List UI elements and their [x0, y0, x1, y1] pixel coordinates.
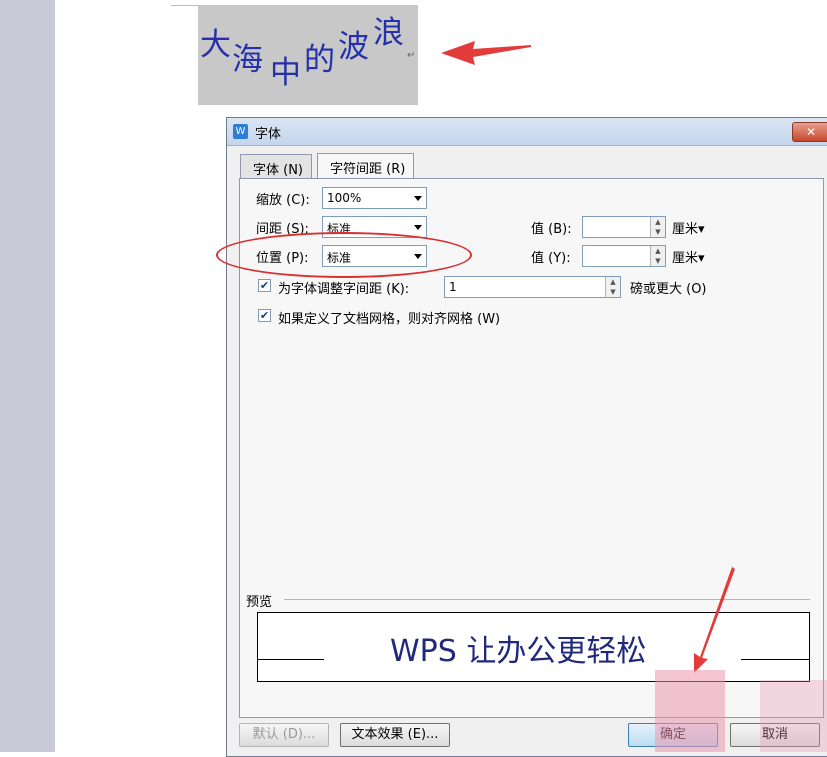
scale-label: 缩放 (C):	[256, 193, 310, 208]
left-margin-gutter	[0, 0, 55, 752]
spinner-arrows-icon[interactable]: ▲ ▼	[650, 217, 665, 237]
chevron-down-icon	[414, 225, 422, 230]
scale-combo[interactable]: 100%	[322, 187, 427, 209]
dialog-title: 字体	[255, 127, 282, 142]
close-button[interactable]: ✕	[792, 122, 827, 142]
wps-app-icon: W	[233, 124, 248, 139]
kerning-value: 1	[449, 280, 457, 294]
dialog-titlebar[interactable]: W 字体 ✕	[227, 118, 827, 146]
tab-font[interactable]: 字体 (N)	[240, 154, 313, 178]
snap-grid-checkbox[interactable]: ✔	[258, 309, 271, 322]
doc-char: 大	[200, 27, 231, 63]
paragraph-mark: ↵	[407, 50, 416, 61]
kerning-label: 为字体调整字间距 (K):	[278, 282, 410, 297]
position-amount-label: 值 (Y):	[531, 251, 571, 266]
tab-char-spacing[interactable]: 字符间距 (R)	[317, 153, 415, 179]
kerning-spinner[interactable]: 1 ▲ ▼	[444, 276, 621, 298]
margin-crop-mark	[171, 5, 198, 6]
chevron-down-icon	[414, 196, 422, 201]
doc-char: 的	[304, 42, 335, 78]
position-amount-spinner[interactable]: ▲ ▼	[582, 245, 666, 267]
position-unit-dropdown[interactable]: 厘米▾	[672, 247, 705, 266]
annotation-arrow-icon	[694, 567, 735, 673]
spacing-unit-dropdown[interactable]: 厘米▾	[672, 218, 705, 237]
default-button[interactable]: 默认 (D)...	[239, 723, 329, 747]
annotation-circle	[216, 232, 472, 278]
annotation-arrow-icon	[441, 41, 531, 65]
kerning-suffix: 磅或更大 (O)	[630, 282, 707, 297]
spinner-arrows-icon[interactable]: ▲ ▼	[650, 246, 665, 266]
kerning-checkbox[interactable]: ✔	[258, 279, 271, 292]
scale-value: 100%	[327, 191, 362, 205]
doc-char: 海	[232, 42, 263, 78]
spacing-amount-spinner[interactable]: ▲ ▼	[582, 216, 666, 238]
preview-label: 预览	[246, 595, 273, 610]
watermark-blot	[760, 680, 827, 752]
spinner-arrows-icon[interactable]: ▲ ▼	[605, 277, 620, 297]
text-effects-button[interactable]: 文本效果 (E)...	[340, 723, 450, 747]
doc-char: 中	[270, 55, 301, 91]
doc-char: 波	[338, 29, 369, 65]
doc-char: 浪	[373, 15, 404, 51]
spacing-amount-label: 值 (B):	[531, 222, 572, 237]
preview-baseline-left	[258, 659, 324, 660]
watermark-blot	[655, 670, 725, 752]
snap-grid-label: 如果定义了文档网格，则对齐网格 (W)	[278, 312, 501, 327]
preview-baseline-right	[741, 659, 809, 660]
preview-sample-text: WPS 让办公更轻松	[390, 634, 647, 669]
